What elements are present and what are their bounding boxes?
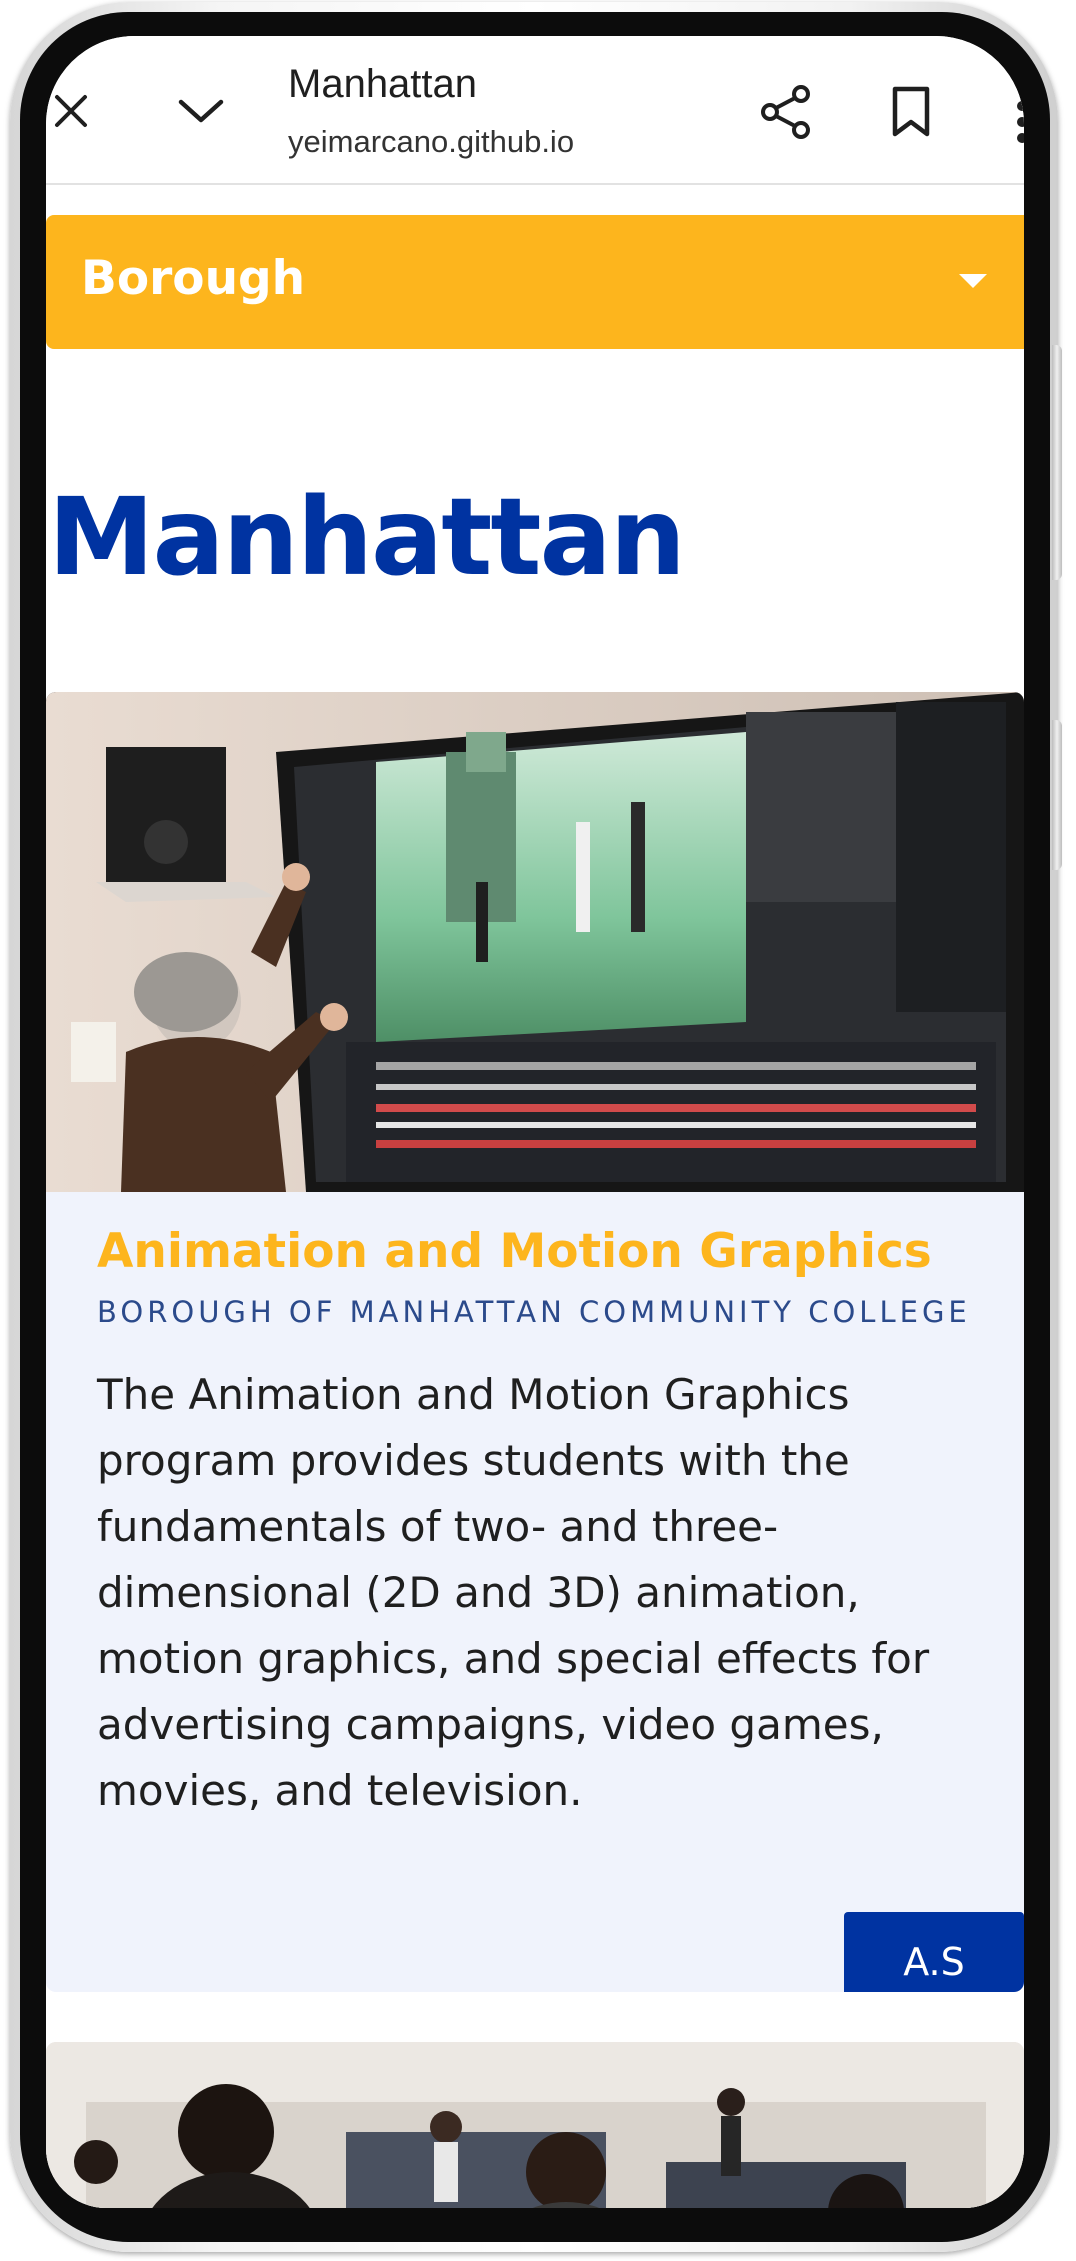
chevron-down-icon <box>178 99 224 123</box>
borough-dropdown-label: Borough <box>81 251 306 306</box>
bookmark-button[interactable] <box>876 76 946 148</box>
program-college: BOROUGH OF MANHATTAN COMMUNITY COLLEGE <box>97 1295 971 1329</box>
share-icon <box>761 85 810 139</box>
more-options-button[interactable] <box>1004 96 1024 156</box>
bookmark-icon <box>892 86 930 137</box>
next-program-card-photo <box>46 2042 1024 2208</box>
close-icon <box>55 95 87 127</box>
power-button <box>1052 720 1062 870</box>
minimize-button[interactable] <box>161 76 241 146</box>
close-button[interactable] <box>46 76 96 146</box>
share-button[interactable] <box>751 76 821 148</box>
program-description: The Animation and Motion Graphics progra… <box>97 1370 930 1815</box>
borough-dropdown[interactable]: Borough <box>46 215 1024 349</box>
degree-badge-button[interactable]: A.S <box>844 1912 1024 1992</box>
dropdown-arrow-icon <box>959 274 987 288</box>
more-vert-icon <box>1017 101 1024 143</box>
program-photo <box>46 692 1024 1192</box>
browser-toolbar: Manhattan yeimarcano.github.io <box>46 36 1024 185</box>
page-url: yeimarcano.github.io <box>288 124 575 159</box>
program-title[interactable]: Animation and Motion Graphics <box>97 1224 932 1279</box>
page-title: Manhattan <box>288 62 478 106</box>
program-card: Animation and Motion Graphics BOROUGH OF… <box>46 692 1024 1992</box>
page-heading: Manhattan <box>48 476 686 600</box>
volume-button <box>1052 345 1062 580</box>
phone-screen: Manhattan yeimarcano.github.io Borough M… <box>46 36 1024 2208</box>
